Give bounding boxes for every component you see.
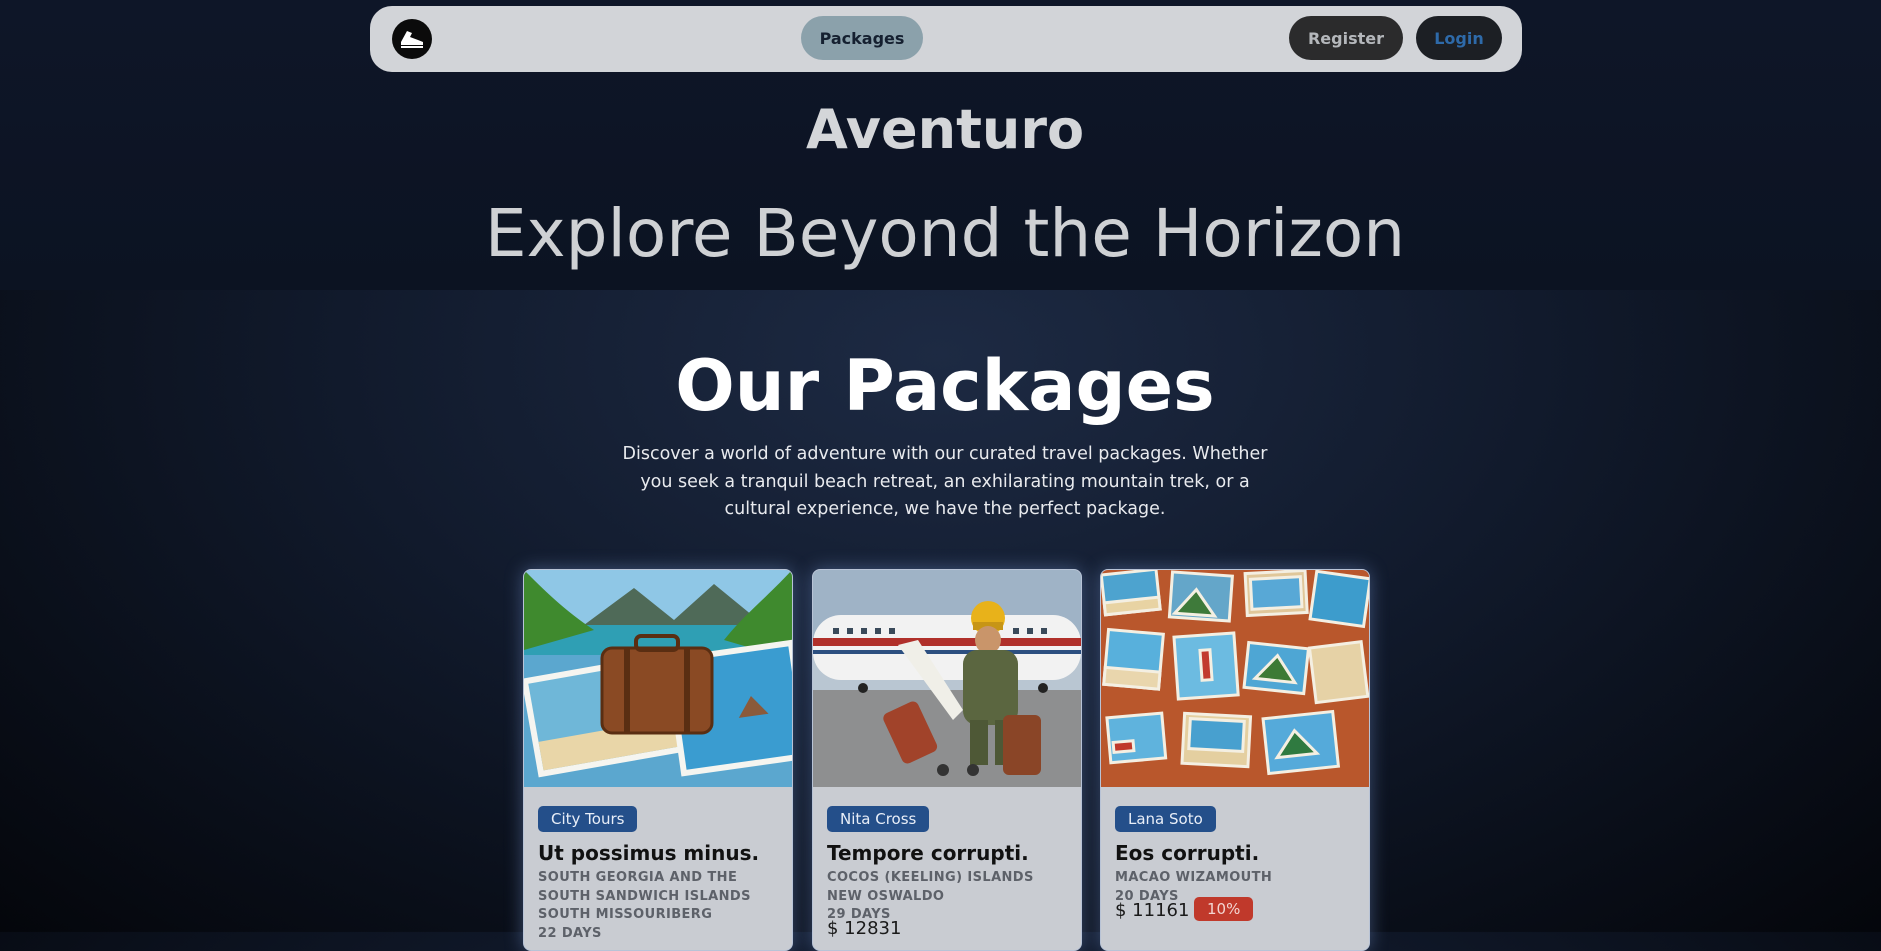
beach-suitcase-image <box>524 570 792 787</box>
package-city: South Missouriberg <box>538 907 713 922</box>
package-card[interactable]: Lana Soto Eos corrupti. Macao Wizamouth … <box>1100 569 1370 951</box>
package-meta: Cocos (Keeling) Islands New Oswaldo 29 d… <box>827 869 1077 925</box>
running-shoe-icon <box>401 31 423 48</box>
package-tag: City Tours <box>538 806 638 832</box>
package-country: South Georgia and the South Sandwich Isl… <box>538 870 751 904</box>
top-navbar: Packages Register Login <box>370 6 1522 72</box>
nav-packages-link[interactable]: Packages <box>801 16 923 60</box>
package-title[interactable]: Tempore corrupti. <box>827 841 1077 865</box>
traveler-airplane-image <box>813 570 1081 787</box>
section-description: Discover a world of adventure with our c… <box>622 444 1268 519</box>
brand-title: Aventuro <box>805 98 1085 161</box>
hero-tagline: Explore Beyond the Horizon <box>484 195 1406 272</box>
logo[interactable] <box>392 19 432 59</box>
package-title[interactable]: Ut possimus minus. <box>538 841 788 865</box>
package-card[interactable]: Nita Cross Tempore corrupti. Cocos (Keel… <box>812 569 1082 951</box>
package-country: Cocos (Keeling) Islands <box>827 870 1034 885</box>
package-title[interactable]: Eos corrupti. <box>1115 841 1365 865</box>
register-button[interactable]: Register <box>1289 16 1403 60</box>
package-city: New Oswaldo <box>827 888 945 904</box>
package-city: Wizamouth <box>1175 870 1273 885</box>
package-card[interactable]: City Tours Ut possimus minus. South Geor… <box>523 569 793 951</box>
postcards-image <box>1101 570 1369 787</box>
package-price: $ 11161 <box>1115 900 1190 921</box>
package-country: Macao <box>1115 870 1171 885</box>
login-button[interactable]: Login <box>1416 16 1502 60</box>
section-title: Our Packages <box>675 345 1215 427</box>
package-tag: Lana Soto <box>1115 806 1216 832</box>
package-tag: Nita Cross <box>827 806 930 832</box>
package-location: Macao Wizamouth <box>1115 869 1365 888</box>
discount-badge: 10% <box>1194 897 1254 921</box>
package-duration: 22 days <box>538 925 602 941</box>
package-price: $ 12831 <box>827 918 902 939</box>
